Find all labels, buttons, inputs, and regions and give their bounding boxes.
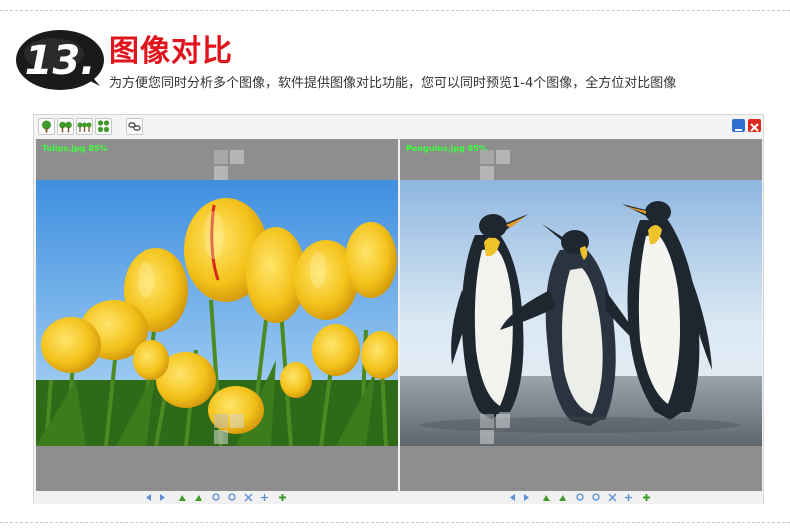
- right-image-panel[interactable]: Penguins.jpg 85%: [400, 139, 762, 491]
- fit-icon[interactable]: [608, 493, 617, 502]
- zoom-in-icon[interactable]: [576, 493, 585, 502]
- penguins-image: [400, 180, 762, 446]
- chain-link-icon[interactable]: [126, 118, 143, 135]
- next-icon[interactable]: [158, 493, 167, 502]
- add-icon[interactable]: [642, 493, 651, 502]
- tulips-image: [36, 180, 398, 446]
- bottom-divider: [0, 522, 790, 523]
- prev-icon[interactable]: [508, 493, 517, 502]
- step-number: 13.: [25, 38, 96, 84]
- rotate-right-icon[interactable]: [194, 493, 203, 502]
- rotate-left-icon[interactable]: [542, 493, 551, 502]
- prev-icon[interactable]: [144, 493, 153, 502]
- step-number-badge: 13.: [14, 26, 110, 90]
- zoom-out-icon[interactable]: [228, 493, 237, 502]
- top-divider: [0, 10, 790, 11]
- close-icon[interactable]: [748, 119, 761, 132]
- rotate-left-icon[interactable]: [178, 493, 187, 502]
- watermark-logo: [478, 148, 512, 182]
- three-trees-icon[interactable]: [76, 118, 93, 135]
- minimize-icon[interactable]: [732, 119, 745, 132]
- actual-size-icon[interactable]: [260, 493, 269, 502]
- zoom-in-icon[interactable]: [212, 493, 221, 502]
- right-image-label: Penguins.jpg 85%: [406, 144, 487, 153]
- next-icon[interactable]: [522, 493, 531, 502]
- watermark-logo: [212, 148, 246, 182]
- page-subtitle: 为方便您同时分析多个图像，软件提供图像对比功能，您可以同时预览1-4个图像，全方…: [109, 76, 677, 91]
- statusbar: [34, 491, 763, 504]
- watermark-logo: [212, 412, 246, 446]
- page-title: 图像对比: [109, 34, 233, 69]
- four-trees-icon[interactable]: [95, 118, 112, 135]
- two-trees-icon[interactable]: [57, 118, 74, 135]
- toolbar: [34, 115, 763, 140]
- actual-size-icon[interactable]: [624, 493, 633, 502]
- fit-icon[interactable]: [244, 493, 253, 502]
- rotate-right-icon[interactable]: [558, 493, 567, 502]
- compare-window: Tulips.jpg 85% Penguins.jpg 85%: [33, 114, 764, 504]
- watermark-logo: [478, 412, 512, 446]
- zoom-out-icon[interactable]: [592, 493, 601, 502]
- left-image-label: Tulips.jpg 85%: [42, 144, 108, 153]
- add-icon[interactable]: [278, 493, 287, 502]
- one-tree-icon[interactable]: [38, 118, 55, 135]
